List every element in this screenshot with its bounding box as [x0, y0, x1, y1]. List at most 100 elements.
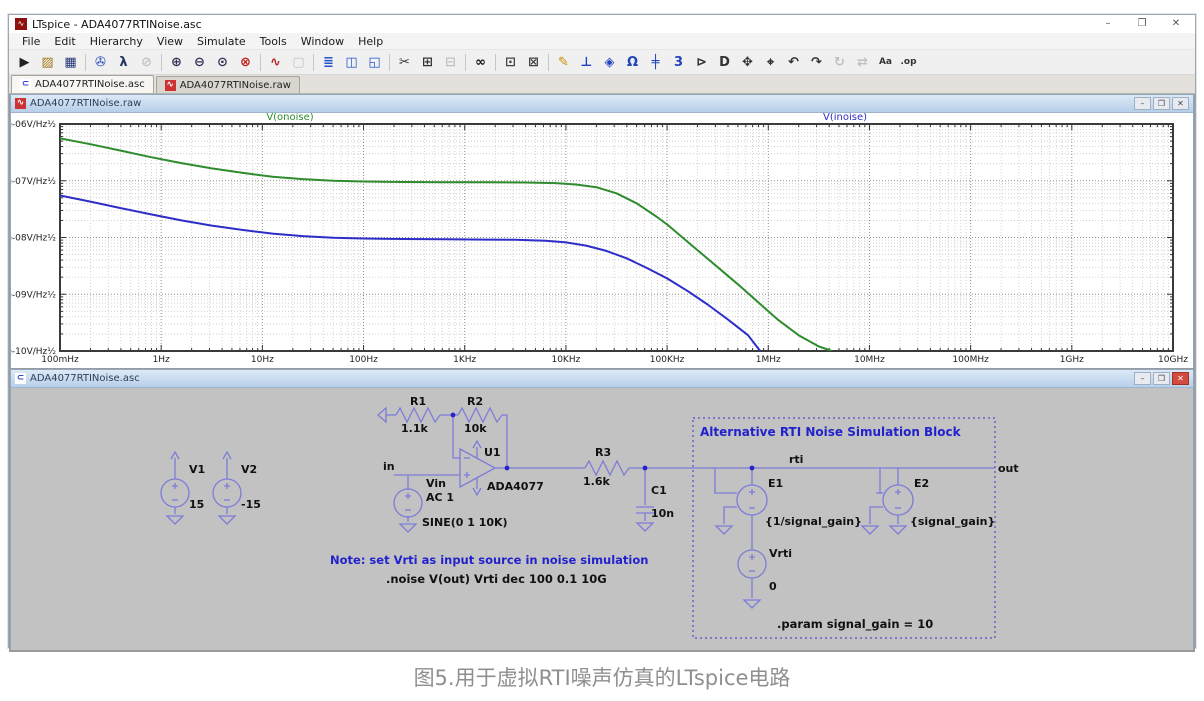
cut-icon[interactable]: ✂ [393, 52, 416, 72]
waveform-window-title: ADA4077RTINoise.raw [30, 98, 141, 109]
menu-tools[interactable]: Tools [253, 35, 294, 48]
move-icon[interactable]: ✥ [736, 52, 759, 72]
menu-hierarchy[interactable]: Hierarchy [83, 35, 150, 48]
maximize-button[interactable]: ❐ [1135, 17, 1149, 31]
control-panel-icon[interactable]: ✇ [89, 52, 112, 72]
resistor-icon[interactable]: Ω [621, 52, 644, 72]
new-schematic-icon[interactable]: ▶ [13, 52, 36, 72]
tab-ADA4077RTINoise.asc[interactable]: ⊂ADA4077RTINoise.asc [11, 75, 154, 93]
x-tick-label: 100MHz [952, 355, 989, 365]
print-setup-icon[interactable]: ⊡ [499, 52, 522, 72]
redo-icon[interactable]: ↷ [805, 52, 828, 72]
component-e2[interactable]: E2 {signal_gain} [876, 477, 995, 528]
noise-directive[interactable]: .noise V(out) Vrti dec 100 0.1 10G [386, 572, 607, 586]
zoom-full-extents-icon[interactable]: ⊗ [234, 52, 257, 72]
copy-icon[interactable]: ⊞ [416, 52, 439, 72]
minimize-button[interactable]: – [1101, 17, 1115, 31]
rti-noise-block[interactable]: Alternative RTI Noise Simulation Block [693, 418, 995, 638]
param-directive[interactable]: .param signal_gain = 10 [777, 617, 933, 632]
capacitor-icon[interactable]: ╪ [644, 52, 667, 72]
title-bar[interactable]: ∿ LTspice - ADA4077RTINoise.asc –❐✕ [9, 15, 1195, 33]
restore-button[interactable]: ❐ [1153, 372, 1170, 385]
ground-icon[interactable]: ⊥ [575, 52, 598, 72]
svg-text:10n: 10n [651, 507, 674, 520]
open-file-icon[interactable]: ▨ [36, 52, 59, 72]
net-label-out[interactable]: out [998, 462, 1019, 475]
component-c1[interactable]: C1 10n [636, 468, 674, 531]
undo-icon[interactable]: ↶ [782, 52, 805, 72]
autorange-icon[interactable]: ∿ [264, 52, 287, 72]
plot-frame [60, 124, 1173, 351]
toolbar-separator [313, 54, 314, 71]
x-tick-label: 1GHz [1060, 355, 1084, 365]
svg-text:1.1k: 1.1k [401, 422, 428, 435]
legend-V(inoise)[interactable]: V(inoise) [823, 113, 867, 123]
text-icon[interactable]: Aa [874, 52, 897, 72]
svg-text:0: 0 [769, 580, 777, 593]
drag-icon[interactable]: ⌖ [759, 52, 782, 72]
tab-ADA4077RTINoise.raw[interactable]: ∿ADA4077RTINoise.raw [156, 76, 300, 93]
run-icon[interactable]: λ [112, 52, 135, 72]
menu-view[interactable]: View [150, 35, 190, 48]
component-r2[interactable]: R2 10k [458, 395, 502, 435]
restore-button[interactable]: ❐ [1153, 97, 1170, 110]
figure-caption: 图5.用于虚拟RTI噪声仿真的LTspice电路 [0, 662, 1204, 692]
component-e1[interactable]: E1 {1/signal_gain} [730, 477, 862, 528]
minimize-button[interactable]: – [1134, 372, 1151, 385]
tile-horizontally-icon[interactable]: ≣ [317, 52, 340, 72]
menu-file[interactable]: File [15, 35, 47, 48]
inductor-icon[interactable]: 3 [667, 52, 690, 72]
minimize-button[interactable]: – [1134, 97, 1151, 110]
waveform-window: ∿ ADA4077RTINoise.raw –❐✕ V(onoise) V(ino… [10, 94, 1194, 368]
svg-text:R2: R2 [467, 395, 483, 408]
note-text[interactable]: Note: set Vrti as input source in noise … [330, 553, 648, 567]
toolbar-separator [161, 54, 162, 71]
schematic-drawing: V1 15 V2 -15 R1 [11, 388, 1193, 650]
ltspice-logo-icon: ∿ [15, 18, 27, 30]
print-icon[interactable]: ⊠ [522, 52, 545, 72]
close-button[interactable]: ✕ [1172, 97, 1189, 110]
component-vrti[interactable]: Vrti 0 [738, 547, 792, 608]
tab-label: ADA4077RTINoise.raw [180, 80, 291, 91]
waveform-window-titlebar[interactable]: ∿ ADA4077RTINoise.raw –❐✕ [11, 95, 1193, 113]
schematic-window-titlebar[interactable]: ⊂ ADA4077RTINoise.asc –❐✕ [11, 370, 1193, 388]
menu-help[interactable]: Help [351, 35, 390, 48]
component-r1[interactable]: R1 1.1k [378, 395, 440, 435]
tile-vertically-icon[interactable]: ◫ [340, 52, 363, 72]
svg-text:15: 15 [189, 498, 204, 511]
schematic-doc-icon: ⊂ [20, 79, 31, 90]
y-tick-label: 1e-07V/Hz½ [11, 177, 56, 187]
zoom-back-icon[interactable]: ⊖ [188, 52, 211, 72]
svg-text:R1: R1 [410, 395, 426, 408]
x-tick-label: 1KHz [453, 355, 476, 365]
legend-V(onoise)[interactable]: V(onoise) [266, 113, 313, 123]
menu-simulate[interactable]: Simulate [190, 35, 253, 48]
paste-icon: ⊟ [439, 52, 462, 72]
close-button[interactable]: ✕ [1169, 17, 1183, 31]
net-label-rti[interactable]: rti [789, 453, 803, 466]
close-button[interactable]: ✕ [1172, 372, 1189, 385]
y-tick-label: 1e-09V/Hz½ [11, 290, 56, 300]
x-tick-label: 10KHz [551, 355, 580, 365]
zoom-area-icon[interactable]: ⊕ [165, 52, 188, 72]
spice-directive-icon[interactable]: .op [897, 52, 920, 72]
page: ∿ LTspice - ADA4077RTINoise.asc –❐✕ File… [0, 0, 1204, 701]
block-title: Alternative RTI Noise Simulation Block [700, 425, 962, 439]
save-icon[interactable]: ▦ [59, 52, 82, 72]
wire-block[interactable] [715, 468, 898, 550]
cascade-windows-icon[interactable]: ◱ [363, 52, 386, 72]
label-net-icon[interactable]: ◈ [598, 52, 621, 72]
menu-edit[interactable]: Edit [47, 35, 82, 48]
diode-icon[interactable]: ⊳ [690, 52, 713, 72]
component-r3[interactable]: R3 1.6k [583, 446, 629, 488]
component-icon[interactable]: D [713, 52, 736, 72]
menu-window[interactable]: Window [294, 35, 351, 48]
waveform-doc-icon: ∿ [15, 98, 26, 109]
find-icon[interactable]: ∞ [469, 52, 492, 72]
draw-wire-icon[interactable]: ✎ [552, 52, 575, 72]
component-v1[interactable]: V1 15 [161, 452, 205, 524]
junction-dot [451, 413, 456, 418]
component-v2[interactable]: V2 -15 [213, 452, 261, 524]
x-tick-label: 100KHz [650, 355, 685, 365]
zoom-out-icon[interactable]: ⊙ [211, 52, 234, 72]
